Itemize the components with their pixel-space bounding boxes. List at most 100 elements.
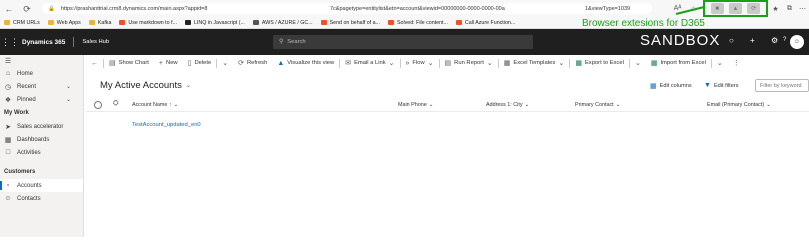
button-label: Edit columns: [659, 83, 692, 89]
button-label: Excel Templates: [513, 60, 556, 66]
command-bar: ← ▤ Show Chart + New ▯ Delete ⌄ ⟳ Refresh ▲ V…: [86, 55, 809, 71]
avatar[interactable]: ☺: [790, 35, 804, 49]
column-header-email[interactable]: Email (Primary Contact) ⌄: [707, 102, 771, 108]
sidebar-menu-toggle[interactable]: ☰: [0, 55, 83, 67]
column-label: Email (Primary Contact): [707, 102, 765, 108]
sidebar-item-label: Pinned: [17, 96, 36, 103]
app-name[interactable]: Dynamics 365: [22, 39, 65, 46]
address-bar[interactable]: 🔒 https://prashanttrial.crm8.dynamics.co…: [42, 3, 652, 14]
back-button[interactable]: ←: [86, 60, 103, 67]
bookmark-item[interactable]: Use markdown to f...: [119, 20, 177, 26]
bookmark-item[interactable]: Kafka: [88, 20, 111, 26]
import-excel-button[interactable]: ▦ Import from Excel: [646, 59, 711, 67]
edit-filters-button[interactable]: ▼ Edit filters: [704, 82, 739, 89]
column-label: Address 1: City: [486, 102, 523, 108]
lightbulb-icon[interactable]: ○: [729, 36, 734, 45]
extensions-highlight: ■ ▲ ⟳: [703, 0, 768, 17]
bookmark-item[interactable]: Web Apps: [47, 20, 81, 26]
column-header-primary-contact[interactable]: Primary Contact ⌄: [575, 102, 620, 108]
hierarchy-icon[interactable]: ⛭: [113, 100, 119, 108]
bookmark-item[interactable]: LINQ in Javascript (...: [184, 19, 245, 26]
account-name-link[interactable]: TestAccount_updated_en0: [132, 122, 201, 128]
section-my-work: My Work: [4, 110, 29, 116]
column-label: Account Name ↑: [132, 102, 172, 108]
extension-2-icon[interactable]: ▲: [728, 3, 742, 14]
trash-icon: ▯: [187, 60, 192, 67]
flow-button[interactable]: » Flow ⌄: [401, 59, 439, 68]
microsoft-icon: [455, 20, 462, 25]
search-box[interactable]: ⚲ Search: [273, 35, 533, 49]
bookmark-item[interactable]: CRM URLs: [4, 20, 40, 26]
search-icon: ⚲: [279, 39, 284, 45]
filter-by-keyword-input[interactable]: Filter by keyword: [755, 79, 809, 92]
visualize-button[interactable]: ▲ Visualize this view: [272, 60, 339, 67]
new-button[interactable]: + New: [154, 60, 183, 67]
refresh-button[interactable]: ⟳ Refresh: [233, 59, 272, 67]
chevron-down-icon: ⌄: [222, 60, 229, 67]
settings-icon[interactable]: ⚙: [771, 36, 778, 45]
bookmark-item[interactable]: Send on behalf of a...: [320, 20, 380, 26]
more-commands-button[interactable]: ⋮: [728, 59, 745, 67]
column-label: Main Phone: [398, 102, 427, 108]
import-excel-dropdown[interactable]: ⌄: [712, 59, 728, 67]
export-excel-button[interactable]: ▦ Export to Excel: [570, 59, 629, 67]
chevron-down-icon: ⌄: [65, 84, 71, 90]
page-title: My Active Accounts: [100, 80, 182, 91]
chevron-down-icon: ⌄: [766, 102, 771, 108]
button-label: Email a Link: [354, 60, 386, 66]
column-header-account-name[interactable]: Account Name ↑ ⌄: [132, 102, 178, 108]
run-report-button[interactable]: ▤ Run Report ⌄: [440, 59, 498, 67]
bookmark-item[interactable]: Solved: File content...: [387, 20, 448, 26]
bookmark-item[interactable]: Call Azure Function...: [455, 20, 515, 26]
excel-template-icon: ▦: [503, 60, 511, 67]
excel-templates-button[interactable]: ▦ Excel Templates ⌄: [499, 59, 570, 67]
bookmark-item[interactable]: AWS / AZURE / GC...: [252, 20, 313, 26]
add-icon[interactable]: +: [750, 36, 755, 45]
delete-dropdown[interactable]: ⌄: [217, 59, 233, 67]
help-icon[interactable]: ?: [783, 37, 786, 43]
sidebar-item-dashboards[interactable]: ▦ Dashboards: [0, 133, 83, 146]
button-label: Delete: [194, 60, 212, 66]
pin-icon: ❖: [4, 96, 12, 104]
microsoft-icon: [320, 20, 327, 25]
bookmark-label: LINQ in Javascript (...: [193, 19, 245, 26]
column-header-city[interactable]: Address 1: City ⌄: [486, 102, 529, 108]
back-icon[interactable]: ←: [2, 2, 16, 16]
collections-icon[interactable]: ⧉: [784, 3, 795, 14]
more-icon: ⋮: [732, 60, 740, 67]
more-icon[interactable]: ⋯: [797, 3, 808, 14]
sidebar-item-accounts[interactable]: ▫ Accounts: [0, 179, 83, 192]
button-label: Import from Excel: [660, 60, 706, 66]
chevron-down-icon: ⌄: [173, 102, 179, 108]
sidebar-item-contacts[interactable]: ☺ Contacts: [0, 192, 83, 205]
view-selector[interactable]: My Active Accounts ⌄: [100, 80, 191, 91]
button-label: Edit filters: [713, 82, 739, 89]
button-label: New: [166, 60, 178, 66]
column-header-main-phone[interactable]: Main Phone ⌄: [398, 102, 433, 108]
search-placeholder: Search: [287, 39, 306, 45]
sidebar-item-home[interactable]: ⌂ Home: [0, 67, 83, 80]
sidebar-item-pinned[interactable]: ❖ Pinned ⌄: [0, 93, 83, 106]
hub-name[interactable]: Sales Hub: [82, 39, 109, 45]
section-customers: Customers: [4, 169, 36, 175]
table-row[interactable]: TestAccount_updated_en0: [86, 119, 809, 132]
site-icon: [252, 20, 259, 25]
header-divider: [73, 37, 75, 47]
sidebar-item-label: Home: [17, 70, 34, 77]
app-launcher-icon[interactable]: ⋮⋮: [0, 37, 20, 48]
extension-3-icon[interactable]: ⟳: [747, 3, 761, 14]
favorites-icon[interactable]: ★: [770, 3, 781, 14]
email-link-button[interactable]: ✉ Email a Link ⌄: [340, 59, 399, 67]
extension-1-icon[interactable]: ■: [710, 3, 724, 14]
edit-columns-button[interactable]: ▦ Edit columns: [650, 82, 692, 90]
export-excel-dropdown[interactable]: ⌄: [630, 59, 646, 67]
sidebar-item-recent[interactable]: ◷ Recent ⌄: [0, 80, 83, 93]
select-all-checkbox[interactable]: [94, 101, 102, 109]
sidebar-item-sales-accelerator[interactable]: ➤ Sales accelerator: [0, 120, 83, 133]
sidebar-item-label: Accounts: [17, 182, 42, 189]
bookmark-label: Use markdown to f...: [128, 19, 177, 26]
show-chart-button[interactable]: ▤ Show Chart: [104, 59, 154, 67]
sidebar-item-activities[interactable]: □ Activities: [0, 146, 83, 159]
reload-icon[interactable]: ⟳: [20, 2, 34, 16]
delete-button[interactable]: ▯ Delete: [183, 59, 217, 67]
